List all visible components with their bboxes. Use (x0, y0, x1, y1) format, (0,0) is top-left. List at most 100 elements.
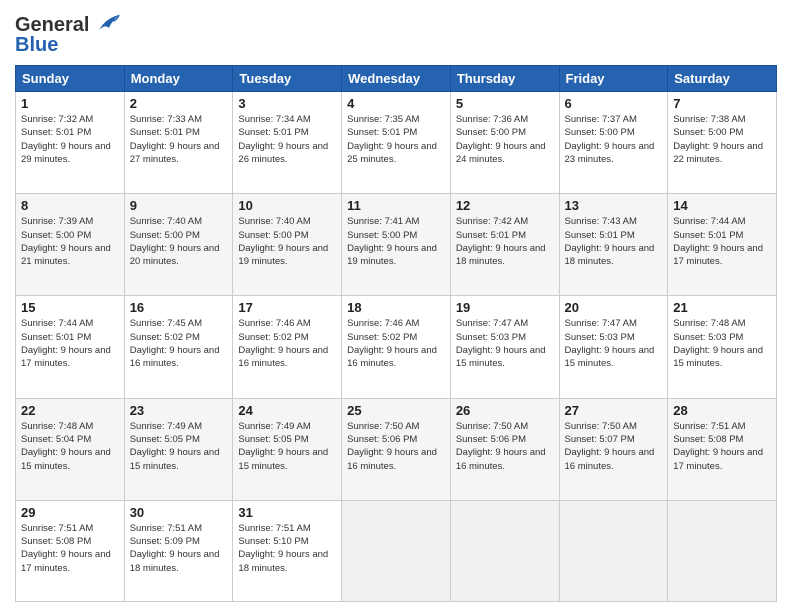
day-info: Sunrise: 7:50 AM Sunset: 5:06 PM Dayligh… (456, 420, 554, 473)
header: General Blue (15, 10, 777, 57)
calendar-cell: 10 Sunrise: 7:40 AM Sunset: 5:00 PM Dayl… (233, 194, 342, 296)
calendar-cell: 21 Sunrise: 7:48 AM Sunset: 5:03 PM Dayl… (668, 296, 777, 398)
day-number: 12 (456, 198, 554, 213)
day-info: Sunrise: 7:35 AM Sunset: 5:01 PM Dayligh… (347, 113, 445, 166)
col-friday: Friday (559, 66, 668, 92)
day-info: Sunrise: 7:37 AM Sunset: 5:00 PM Dayligh… (565, 113, 663, 166)
day-number: 20 (565, 300, 663, 315)
day-number: 15 (21, 300, 119, 315)
col-tuesday: Tuesday (233, 66, 342, 92)
day-number: 16 (130, 300, 228, 315)
day-number: 25 (347, 403, 445, 418)
day-info: Sunrise: 7:40 AM Sunset: 5:00 PM Dayligh… (238, 215, 336, 268)
day-number: 26 (456, 403, 554, 418)
calendar-cell: 2 Sunrise: 7:33 AM Sunset: 5:01 PM Dayli… (124, 92, 233, 194)
calendar-cell: 25 Sunrise: 7:50 AM Sunset: 5:06 PM Dayl… (342, 398, 451, 500)
calendar-cell: 12 Sunrise: 7:42 AM Sunset: 5:01 PM Dayl… (450, 194, 559, 296)
day-info: Sunrise: 7:47 AM Sunset: 5:03 PM Dayligh… (565, 317, 663, 370)
day-number: 19 (456, 300, 554, 315)
calendar-cell: 24 Sunrise: 7:49 AM Sunset: 5:05 PM Dayl… (233, 398, 342, 500)
day-info: Sunrise: 7:51 AM Sunset: 5:08 PM Dayligh… (21, 522, 119, 575)
day-number: 7 (673, 96, 771, 111)
calendar-cell: 8 Sunrise: 7:39 AM Sunset: 5:00 PM Dayli… (16, 194, 125, 296)
col-saturday: Saturday (668, 66, 777, 92)
day-number: 22 (21, 403, 119, 418)
day-number: 14 (673, 198, 771, 213)
day-number: 3 (238, 96, 336, 111)
header-row: Sunday Monday Tuesday Wednesday Thursday… (16, 66, 777, 92)
calendar-table: Sunday Monday Tuesday Wednesday Thursday… (15, 65, 777, 602)
calendar-cell: 26 Sunrise: 7:50 AM Sunset: 5:06 PM Dayl… (450, 398, 559, 500)
calendar-cell: 15 Sunrise: 7:44 AM Sunset: 5:01 PM Dayl… (16, 296, 125, 398)
day-number: 29 (21, 505, 119, 520)
calendar-cell: 17 Sunrise: 7:46 AM Sunset: 5:02 PM Dayl… (233, 296, 342, 398)
day-info: Sunrise: 7:40 AM Sunset: 5:00 PM Dayligh… (130, 215, 228, 268)
calendar-cell (342, 500, 451, 601)
day-info: Sunrise: 7:49 AM Sunset: 5:05 PM Dayligh… (238, 420, 336, 473)
calendar-cell (668, 500, 777, 601)
day-info: Sunrise: 7:51 AM Sunset: 5:09 PM Dayligh… (130, 522, 228, 575)
day-number: 31 (238, 505, 336, 520)
calendar-cell: 14 Sunrise: 7:44 AM Sunset: 5:01 PM Dayl… (668, 194, 777, 296)
day-info: Sunrise: 7:34 AM Sunset: 5:01 PM Dayligh… (238, 113, 336, 166)
calendar-cell: 3 Sunrise: 7:34 AM Sunset: 5:01 PM Dayli… (233, 92, 342, 194)
day-number: 28 (673, 403, 771, 418)
day-number: 8 (21, 198, 119, 213)
day-info: Sunrise: 7:33 AM Sunset: 5:01 PM Dayligh… (130, 113, 228, 166)
day-info: Sunrise: 7:43 AM Sunset: 5:01 PM Dayligh… (565, 215, 663, 268)
day-info: Sunrise: 7:39 AM Sunset: 5:00 PM Dayligh… (21, 215, 119, 268)
calendar-cell (450, 500, 559, 601)
calendar-cell: 27 Sunrise: 7:50 AM Sunset: 5:07 PM Dayl… (559, 398, 668, 500)
day-info: Sunrise: 7:38 AM Sunset: 5:00 PM Dayligh… (673, 113, 771, 166)
calendar-cell: 29 Sunrise: 7:51 AM Sunset: 5:08 PM Dayl… (16, 500, 125, 601)
day-number: 17 (238, 300, 336, 315)
day-info: Sunrise: 7:49 AM Sunset: 5:05 PM Dayligh… (130, 420, 228, 473)
calendar-cell: 31 Sunrise: 7:51 AM Sunset: 5:10 PM Dayl… (233, 500, 342, 601)
calendar-cell: 23 Sunrise: 7:49 AM Sunset: 5:05 PM Dayl… (124, 398, 233, 500)
day-number: 23 (130, 403, 228, 418)
calendar-cell: 9 Sunrise: 7:40 AM Sunset: 5:00 PM Dayli… (124, 194, 233, 296)
logo-bird-icon (91, 10, 121, 40)
calendar-cell: 1 Sunrise: 7:32 AM Sunset: 5:01 PM Dayli… (16, 92, 125, 194)
calendar-cell: 4 Sunrise: 7:35 AM Sunset: 5:01 PM Dayli… (342, 92, 451, 194)
day-info: Sunrise: 7:50 AM Sunset: 5:07 PM Dayligh… (565, 420, 663, 473)
day-info: Sunrise: 7:51 AM Sunset: 5:08 PM Dayligh… (673, 420, 771, 473)
calendar-cell: 6 Sunrise: 7:37 AM Sunset: 5:00 PM Dayli… (559, 92, 668, 194)
day-number: 6 (565, 96, 663, 111)
calendar-cell: 18 Sunrise: 7:46 AM Sunset: 5:02 PM Dayl… (342, 296, 451, 398)
day-info: Sunrise: 7:47 AM Sunset: 5:03 PM Dayligh… (456, 317, 554, 370)
calendar-cell (559, 500, 668, 601)
day-number: 4 (347, 96, 445, 111)
col-wednesday: Wednesday (342, 66, 451, 92)
day-number: 5 (456, 96, 554, 111)
logo-blue: Blue (15, 34, 58, 57)
calendar-cell: 20 Sunrise: 7:47 AM Sunset: 5:03 PM Dayl… (559, 296, 668, 398)
col-monday: Monday (124, 66, 233, 92)
day-info: Sunrise: 7:41 AM Sunset: 5:00 PM Dayligh… (347, 215, 445, 268)
calendar-cell: 28 Sunrise: 7:51 AM Sunset: 5:08 PM Dayl… (668, 398, 777, 500)
day-number: 10 (238, 198, 336, 213)
day-info: Sunrise: 7:50 AM Sunset: 5:06 PM Dayligh… (347, 420, 445, 473)
calendar-cell: 16 Sunrise: 7:45 AM Sunset: 5:02 PM Dayl… (124, 296, 233, 398)
day-number: 30 (130, 505, 228, 520)
calendar-cell: 22 Sunrise: 7:48 AM Sunset: 5:04 PM Dayl… (16, 398, 125, 500)
day-number: 1 (21, 96, 119, 111)
day-info: Sunrise: 7:48 AM Sunset: 5:03 PM Dayligh… (673, 317, 771, 370)
day-info: Sunrise: 7:44 AM Sunset: 5:01 PM Dayligh… (673, 215, 771, 268)
day-info: Sunrise: 7:46 AM Sunset: 5:02 PM Dayligh… (347, 317, 445, 370)
day-number: 11 (347, 198, 445, 213)
main-container: General Blue Sunday Monday Tuesday Wedne… (0, 0, 792, 612)
calendar-cell: 13 Sunrise: 7:43 AM Sunset: 5:01 PM Dayl… (559, 194, 668, 296)
day-info: Sunrise: 7:46 AM Sunset: 5:02 PM Dayligh… (238, 317, 336, 370)
day-number: 18 (347, 300, 445, 315)
day-info: Sunrise: 7:51 AM Sunset: 5:10 PM Dayligh… (238, 522, 336, 575)
day-number: 13 (565, 198, 663, 213)
logo: General Blue (15, 10, 121, 57)
day-number: 2 (130, 96, 228, 111)
calendar-cell: 7 Sunrise: 7:38 AM Sunset: 5:00 PM Dayli… (668, 92, 777, 194)
calendar-cell: 11 Sunrise: 7:41 AM Sunset: 5:00 PM Dayl… (342, 194, 451, 296)
calendar-cell: 30 Sunrise: 7:51 AM Sunset: 5:09 PM Dayl… (124, 500, 233, 601)
day-info: Sunrise: 7:36 AM Sunset: 5:00 PM Dayligh… (456, 113, 554, 166)
day-number: 24 (238, 403, 336, 418)
day-number: 9 (130, 198, 228, 213)
